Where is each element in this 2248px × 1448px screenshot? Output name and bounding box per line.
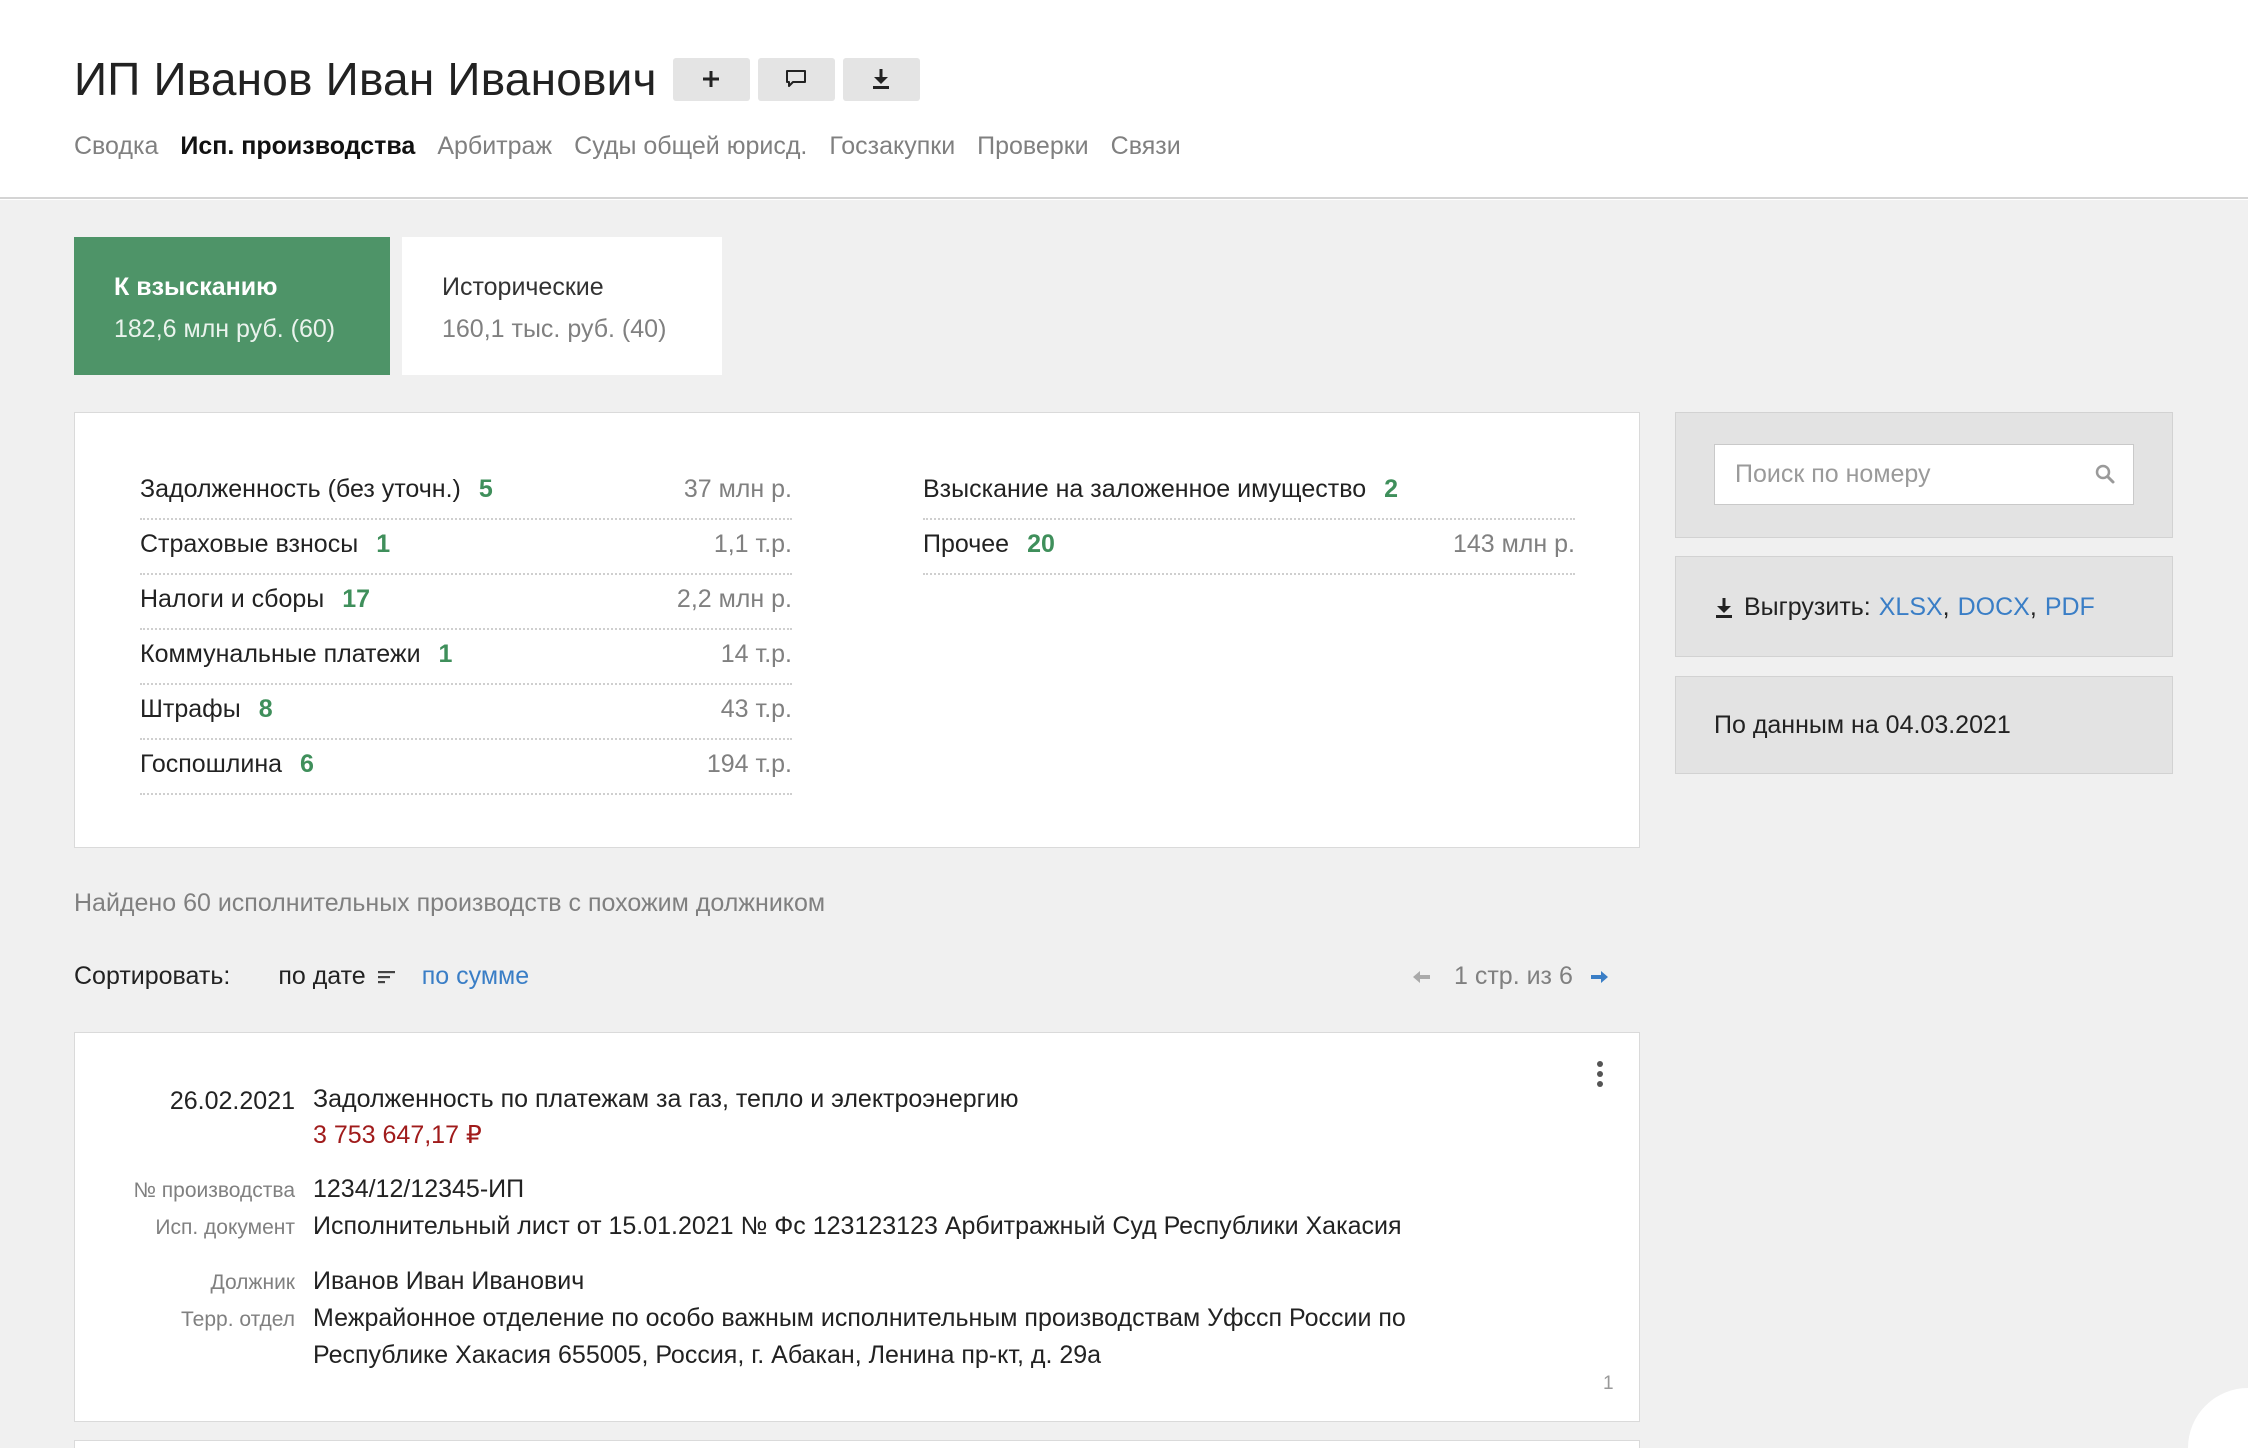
export-panel: Выгрузить: XLSX, DOCX, PDF [1675,556,2173,657]
export-label: Выгрузить: [1744,593,1871,621]
category-amount: 2,2 млн р. [676,585,792,613]
case-date: 26.02.2021 [169,1087,295,1115]
sort-controls: Сортировать: по дате по сумме [74,962,529,991]
page-header: ИП Иванов Иван Иванович Сводка Исп. прои… [0,0,2248,199]
section-nav: Сводка Исп. производства Арбитраж Суды о… [74,132,1181,161]
tab-to-collect[interactable]: К взысканию 182,6 млн руб. (60) [74,237,390,375]
arrow-left-icon [1413,970,1430,983]
case-number: 1234/12/12345-ИП [313,1175,525,1203]
case-debtor-label: Должник [210,1271,296,1294]
tab-subtitle: 160,1 тыс. руб. (40) [442,315,667,343]
page-title: ИП Иванов Иван Иванович [74,53,657,105]
title-row: ИП Иванов Иван Иванович [74,52,920,106]
search-panel [1675,412,2173,538]
case-dept-label: Терр. отдел [181,1308,295,1331]
search-input[interactable] [1714,444,2134,505]
download-icon [1716,597,1732,618]
nav-connections[interactable]: Связи [1111,132,1181,161]
data-date-text: По данным на 04.03.2021 [1714,711,2011,739]
category-label: Налоги и сборы [140,585,325,613]
category-amount: 194 т.р. [706,750,792,778]
nav-general-courts[interactable]: Суды общей юрисд. [574,132,807,161]
summary-card: Задолженность (без уточн.) 5 37 млн р. С… [74,412,1640,848]
sort-label: Сортировать: [74,962,231,990]
summary-row[interactable]: Задолженность (без уточн.) 5 37 млн р. [140,465,792,520]
nav-arbitration[interactable]: Арбитраж [437,132,552,161]
category-amount: 143 млн р. [1452,530,1575,558]
nav-inspections[interactable]: Проверки [977,132,1089,161]
export-xlsx-link[interactable]: XLSX [1879,593,1943,622]
enforcement-case-card[interactable]: 26.02.2021 Задолженность по платежам за … [74,1032,1640,1422]
add-button[interactable] [672,57,750,101]
category-count: 2 [1384,475,1399,503]
data-date-panel: По данным на 04.03.2021 [1675,676,2173,774]
tab-historical[interactable]: Исторические 160,1 тыс. руб. (40) [402,237,722,375]
nav-enforcement[interactable]: Исп. производства [180,132,415,161]
comment-button[interactable] [757,57,835,101]
nav-summary[interactable]: Сводка [74,132,158,161]
comment-icon [786,70,807,87]
tab-subtitle: 182,6 млн руб. (60) [114,315,336,343]
category-label: Штрафы [140,695,241,723]
category-count: 8 [258,695,273,723]
tab-title: Исторические [442,273,604,301]
header-actions [672,57,920,101]
category-count: 20 [1027,530,1055,558]
nav-procurement[interactable]: Госзакупки [829,132,955,161]
summary-row[interactable]: Страховые взносы 1 1,1 т.р. [140,520,792,575]
case-dept-line2: Республике Хакасия 655005, Россия, г. Аб… [313,1341,1102,1369]
arrow-right-icon [1590,970,1608,983]
summary-row[interactable]: Взыскание на заложенное имущество 2 [923,465,1575,520]
summary-row[interactable]: Штрафы 8 43 т.р. [140,685,792,740]
case-amount: 3 753 647,17 ₽ [313,1121,482,1149]
category-label: Госпошлина [140,750,283,778]
pagination: 1 стр. из 6 [1412,962,1609,991]
export-line: Выгрузить: XLSX, DOCX, PDF [1714,593,2095,622]
category-label: Коммунальные платежи [140,640,421,668]
category-count: 17 [342,585,371,613]
category-count: 1 [438,640,453,668]
case-debtor: Иванов Иван Иванович [313,1267,585,1295]
sort-by-date[interactable]: по дате [278,962,395,991]
next-page-button[interactable] [1589,969,1609,985]
category-label: Прочее [923,530,1010,558]
download-icon [873,69,890,89]
category-label: Страховые взносы [140,530,359,558]
category-label: Задолженность (без уточн.) [140,475,461,503]
category-amount: 43 т.р. [720,695,792,723]
category-amount: 1,1 т.р. [713,530,792,558]
category-count: 6 [300,750,314,778]
summary-row[interactable]: Прочее 20 143 млн р. [923,520,1575,575]
export-pdf-link[interactable]: PDF [2045,593,2095,622]
case-doc-label: Исп. документ [155,1216,295,1239]
category-label: Взыскание на заложенное имущество [923,475,1367,503]
summary-right-column: Взыскание на заложенное имущество 2 Проч… [923,465,1575,575]
case-subject: Задолженность по платежам за газ, тепло … [313,1085,1019,1113]
results-count-text: Найдено 60 исполнительных производств с … [74,889,826,917]
case-doc: Исполнительный лист от 15.01.2021 № Фс 1… [313,1212,1402,1240]
category-count: 5 [478,475,493,503]
search-icon[interactable] [2094,463,2116,485]
tab-title: К взысканию [114,273,278,301]
summary-row[interactable]: Госпошлина 6 194 т.р. [140,740,792,795]
case-dept-line1: Межрайонное отделение по особо важным ис… [313,1304,1406,1332]
category-amount: 14 т.р. [720,640,792,668]
download-button[interactable] [842,57,920,101]
category-count: 1 [376,530,391,558]
summary-left-column: Задолженность (без уточн.) 5 37 млн р. С… [140,465,792,795]
next-case-card[interactable] [74,1440,1640,1448]
case-number-label: № производства [133,1179,295,1202]
plus-icon [703,71,720,87]
summary-row[interactable]: Налоги и сборы 17 2,2 млн р. [140,575,792,630]
sort-by-date-label: по дате [278,962,366,990]
export-docx-link[interactable]: DOCX [1958,593,2030,622]
more-options-icon[interactable] [1595,1059,1605,1089]
category-amount: 37 млн р. [683,475,792,503]
sort-by-sum[interactable]: по сумме [422,962,529,991]
sort-descending-icon [377,970,395,983]
summary-row[interactable]: Коммунальные платежи 1 14 т.р. [140,630,792,685]
prev-page-button[interactable] [1412,969,1432,985]
case-index: 1 [1603,1373,1614,1394]
page-indicator: 1 стр. из 6 [1454,962,1573,990]
